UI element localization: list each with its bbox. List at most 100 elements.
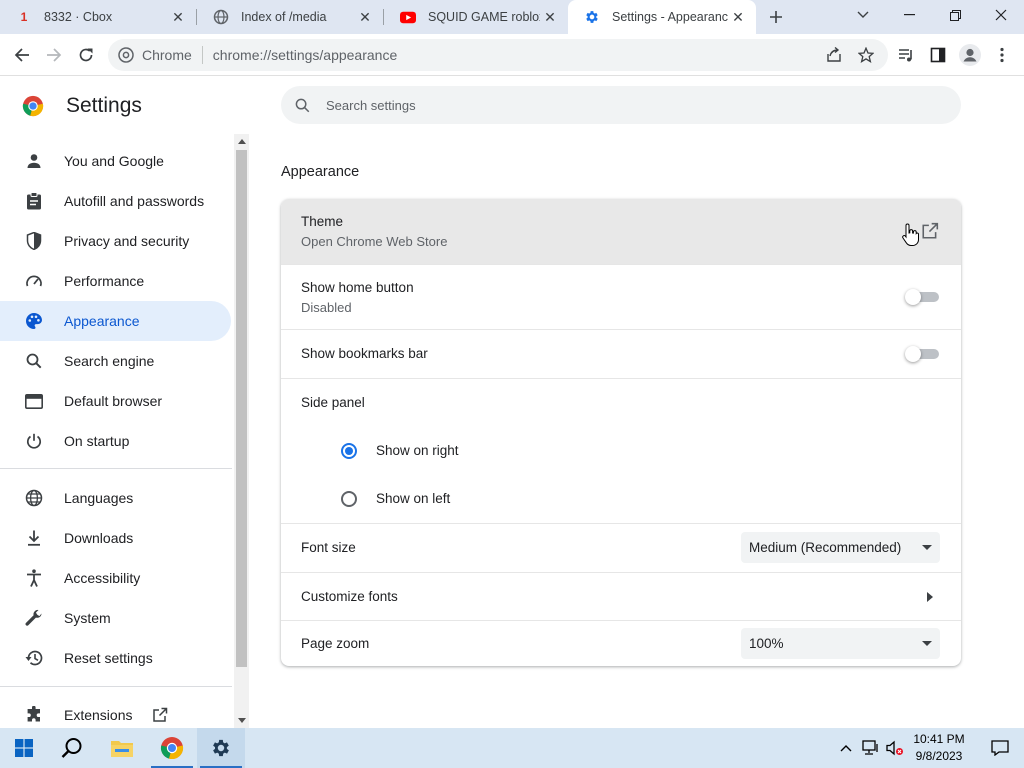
tab-cbox[interactable]: 1 8332 · Cbox ✕ (0, 0, 196, 34)
tab-strip: 1 8332 · Cbox ✕ Index of /media ✕ SQUID … (0, 0, 1024, 34)
sidebar-item-search-engine[interactable]: Search engine (0, 341, 231, 381)
sidebar-item-autofill[interactable]: Autofill and passwords (0, 181, 231, 221)
new-tab-button[interactable] (764, 5, 788, 29)
chrome-chip[interactable]: Chrome (118, 47, 192, 63)
customize-fonts-row[interactable]: Customize fonts (281, 572, 961, 620)
page-zoom-value: 100% (749, 636, 784, 651)
profile-avatar[interactable] (958, 43, 982, 67)
page-zoom-select[interactable]: 100% (741, 628, 940, 659)
media-controls-icon[interactable] (894, 43, 918, 67)
settings-taskbar-icon[interactable] (197, 728, 245, 768)
sidebar-item-performance[interactable]: Performance (0, 261, 231, 301)
side-panel-right-label[interactable]: Show on right (376, 443, 459, 458)
sidebar-item-label: Privacy and security (64, 233, 190, 249)
scrollbar-thumb[interactable] (236, 150, 247, 667)
sidebar-item-default-browser[interactable]: Default browser (0, 381, 231, 421)
bookmark-star-icon[interactable] (854, 43, 878, 67)
sidebar-divider (0, 468, 232, 469)
page-title: Settings (66, 94, 142, 117)
tab-close-icon[interactable]: ✕ (728, 7, 748, 27)
tray-chevron-up-icon[interactable] (834, 728, 858, 768)
chrome-taskbar-icon[interactable] (148, 728, 196, 768)
reload-button[interactable] (74, 43, 98, 67)
omnibox-url[interactable]: chrome://settings/appearance (213, 47, 397, 63)
accessibility-icon (24, 568, 44, 588)
tab-search-chevron-down-icon[interactable] (840, 0, 886, 30)
side-panel-right-radio[interactable] (341, 443, 357, 459)
settings-header: Settings (22, 94, 142, 118)
chevron-right-icon (927, 592, 933, 602)
sidebar-item-extensions[interactable]: Extensions (0, 695, 231, 728)
clock-time: 10:41 PM (913, 732, 965, 746)
clock-date: 9/8/2023 (915, 749, 963, 763)
tab-close-icon[interactable]: ✕ (355, 7, 375, 27)
restore-button[interactable] (932, 0, 978, 30)
sidebar-item-label: System (64, 610, 111, 626)
browser-toolbar: Chrome chrome://settings/appearance (0, 34, 1024, 76)
sidebar-item-reset-settings[interactable]: Reset settings (0, 638, 231, 678)
taskbar-search-icon[interactable] (48, 728, 96, 768)
volume-muted-icon[interactable] (884, 728, 906, 768)
side-panel-icon[interactable] (926, 43, 950, 67)
windows-start-icon[interactable] (0, 728, 48, 768)
back-button[interactable] (10, 43, 34, 67)
search-input[interactable] (326, 97, 926, 113)
clipboard-icon (24, 191, 44, 211)
open-in-new-icon (152, 707, 168, 723)
sidebar-item-appearance[interactable]: Appearance (0, 301, 231, 341)
more-menu-icon[interactable] (990, 43, 1014, 67)
tab-title: Index of /media (241, 10, 327, 24)
tab-index-media[interactable]: Index of /media ✕ (197, 0, 383, 34)
tab-close-icon[interactable]: ✕ (540, 7, 560, 27)
appearance-card: Theme Open Chrome Web Store Show home bu… (281, 199, 961, 666)
download-icon (24, 528, 44, 548)
font-size-select[interactable]: Medium (Recommended) (741, 532, 940, 563)
sidebar-item-languages[interactable]: Languages (0, 478, 231, 518)
globe-icon (213, 9, 229, 25)
palette-icon (24, 311, 44, 331)
file-explorer-icon[interactable] (98, 728, 146, 768)
sidebar-item-accessibility[interactable]: Accessibility (0, 558, 231, 598)
sidebar-item-you-and-google[interactable]: You and Google (0, 141, 231, 181)
tab-youtube[interactable]: SQUID GAME roblox - ✕ (384, 0, 568, 34)
sidebar-item-label: Appearance (64, 313, 140, 329)
sidebar-item-downloads[interactable]: Downloads (0, 518, 231, 558)
tab-settings[interactable]: Settings - Appearance ✕ (568, 0, 756, 34)
close-window-button[interactable] (978, 0, 1024, 30)
sidebar-item-system[interactable]: System (0, 598, 231, 638)
settings-sidebar: You and Google Autofill and passwords Pr… (0, 141, 232, 728)
sidebar-scrollbar[interactable] (234, 134, 249, 728)
sidebar-item-privacy[interactable]: Privacy and security (0, 221, 231, 261)
theme-row[interactable]: Theme Open Chrome Web Store (281, 199, 961, 264)
tab-close-icon[interactable]: ✕ (168, 7, 188, 27)
person-icon (24, 151, 44, 171)
settings-search-box[interactable] (281, 86, 961, 124)
forward-button[interactable] (42, 43, 66, 67)
system-clock[interactable]: 10:41 PM 9/8/2023 (906, 731, 972, 765)
scroll-up-arrow-icon[interactable] (237, 137, 246, 146)
share-icon[interactable] (822, 43, 846, 67)
side-panel-row: Side panel Show on right Show on left (281, 378, 961, 523)
sidebar-item-label: Reset settings (64, 650, 153, 666)
hand-cursor-icon (901, 223, 919, 247)
minimize-button[interactable] (886, 0, 932, 30)
side-panel-left-radio[interactable] (341, 491, 357, 507)
search-icon (295, 98, 310, 112)
sidebar-item-on-startup[interactable]: On startup (0, 421, 231, 461)
tab-title: Settings - Appearance (612, 10, 728, 24)
open-in-new-icon[interactable] (921, 222, 939, 240)
settings-gear-icon (584, 9, 600, 25)
scroll-down-arrow-icon[interactable] (237, 716, 246, 725)
tab-title: SQUID GAME roblox - (428, 10, 540, 24)
sidebar-item-label: Downloads (64, 530, 134, 546)
font-size-value: Medium (Recommended) (749, 540, 902, 555)
home-button-toggle[interactable] (905, 289, 939, 305)
home-button-sublabel: Disabled (301, 300, 352, 315)
network-icon[interactable] (858, 728, 884, 768)
omnibox[interactable]: Chrome chrome://settings/appearance (108, 39, 888, 71)
side-panel-left-label[interactable]: Show on left (376, 491, 450, 506)
browser-window-icon (24, 391, 44, 411)
page-zoom-label: Page zoom (301, 636, 370, 651)
bookmarks-bar-toggle[interactable] (905, 346, 939, 362)
notification-icon[interactable] (976, 728, 1024, 768)
